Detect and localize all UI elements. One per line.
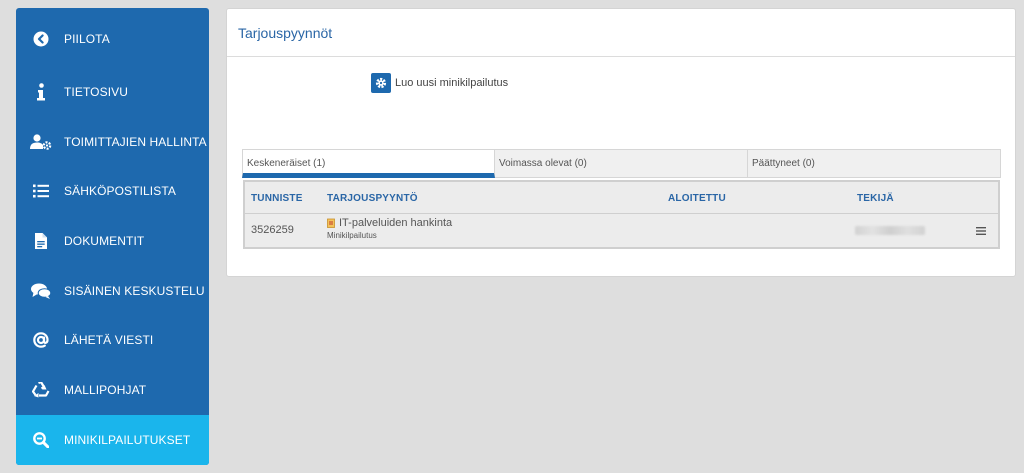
column-header-tunniste[interactable]: TUNNISTE: [251, 193, 303, 204]
sidebar-item-label: MINIKILPAILUTUKSET: [64, 433, 191, 447]
search-minus-icon: [29, 428, 53, 452]
sidebar-item-tietosivu[interactable]: TIETOSIVU: [16, 67, 209, 117]
column-header-tekija[interactable]: TEKIJÄ: [857, 193, 894, 204]
sidebar-item-mallipohjat[interactable]: MALLIPOHJAT: [16, 365, 209, 415]
list-icon: [29, 179, 53, 203]
row-subtitle: Minikilpailutus: [327, 231, 377, 240]
table-header: TUNNISTE TARJOUSPYYNTÖ ALOITETTU TEKIJÄ: [245, 182, 998, 214]
tarjouspyynnot-table: TUNNISTE TARJOUSPYYNTÖ ALOITETTU TEKIJÄ …: [243, 180, 1000, 249]
document-icon: [29, 229, 53, 253]
tab-label: Päättyneet (0): [752, 158, 815, 169]
sidebar-item-label: TIETOSIVU: [64, 85, 129, 99]
tab-label: Keskeneräiset (1): [247, 158, 326, 169]
new-button-label: Luo uusi minikilpailutus: [395, 77, 509, 89]
recycle-icon: [29, 378, 53, 402]
sidebar-item-label: PIILOTA: [64, 32, 110, 46]
main-panel: Tarjouspyynnöt Luo uusi minikilpailutus …: [226, 8, 1016, 277]
sidebar-item-label: TOIMITTAJIEN HALLINTA: [64, 135, 207, 149]
tab-label: Voimassa olevat (0): [499, 158, 587, 169]
sidebar-item-sahkopostilista[interactable]: SÄHKÖPOSTILISTA: [16, 166, 209, 216]
status-tabs: Keskeneräiset (1) Voimassa olevat (0) Pä…: [242, 149, 1001, 178]
column-header-tarjouspyynto[interactable]: TARJOUSPYYNTÖ: [327, 193, 418, 204]
row-author-redacted: [855, 226, 925, 235]
draft-document-icon: [327, 218, 336, 228]
panel-header: Tarjouspyynnöt: [227, 9, 1015, 57]
sidebar-item-label: MALLIPOHJAT: [64, 383, 147, 397]
info-icon: [29, 80, 53, 104]
at-icon: [29, 328, 53, 352]
chevron-left-circle-icon: [29, 27, 53, 51]
sidebar-item-label: SÄHKÖPOSTILISTA: [64, 184, 176, 198]
page-title: Tarjouspyynnöt: [238, 24, 333, 41]
chat-icon: [29, 279, 53, 303]
sidebar-item-dokumentit[interactable]: DOKUMENTIT: [16, 216, 209, 266]
user-gear-icon: [29, 130, 53, 154]
row-title-cell: IT-palveluiden hankinta Minikilpailutus: [327, 217, 452, 240]
row-title[interactable]: IT-palveluiden hankinta: [339, 217, 452, 229]
sidebar-item-laheta-viesti[interactable]: LÄHETÄ VIESTI: [16, 315, 209, 365]
table-row[interactable]: 3526259 IT-palveluiden hankinta Minikilp…: [245, 214, 998, 247]
sidebar-item-piilota[interactable]: PIILOTA: [16, 14, 209, 64]
sidebar-item-label: LÄHETÄ VIESTI: [64, 333, 154, 347]
hamburger-menu-icon[interactable]: [975, 224, 987, 236]
new-minikilpailutus-button[interactable]: Luo uusi minikilpailutus: [371, 72, 508, 94]
sidebar-item-sisainen-keskustelu[interactable]: SISÄINEN KESKUSTELU: [16, 266, 209, 316]
tab-voimassa-olevat[interactable]: Voimassa olevat (0): [495, 149, 748, 178]
sidebar-item-toimittajien-hallinta[interactable]: TOIMITTAJIEN HALLINTA: [16, 117, 209, 167]
column-header-aloitettu[interactable]: ALOITETTU: [668, 193, 726, 204]
tab-paattyneet[interactable]: Päättyneet (0): [748, 149, 1001, 178]
sidebar-item-label: DOKUMENTIT: [64, 234, 145, 248]
sidebar-item-minikilpailutukset[interactable]: MINIKILPAILUTUKSET: [16, 415, 209, 465]
sidebar: PIILOTA TIETOSIVU TOIMITTAJIEN HALLINTA …: [16, 8, 209, 465]
sidebar-item-label: SISÄINEN KESKUSTELU: [64, 284, 205, 298]
gear-icon: [371, 73, 391, 93]
tab-keskeneraiset[interactable]: Keskeneräiset (1): [242, 149, 495, 178]
row-id: 3526259: [251, 224, 294, 236]
